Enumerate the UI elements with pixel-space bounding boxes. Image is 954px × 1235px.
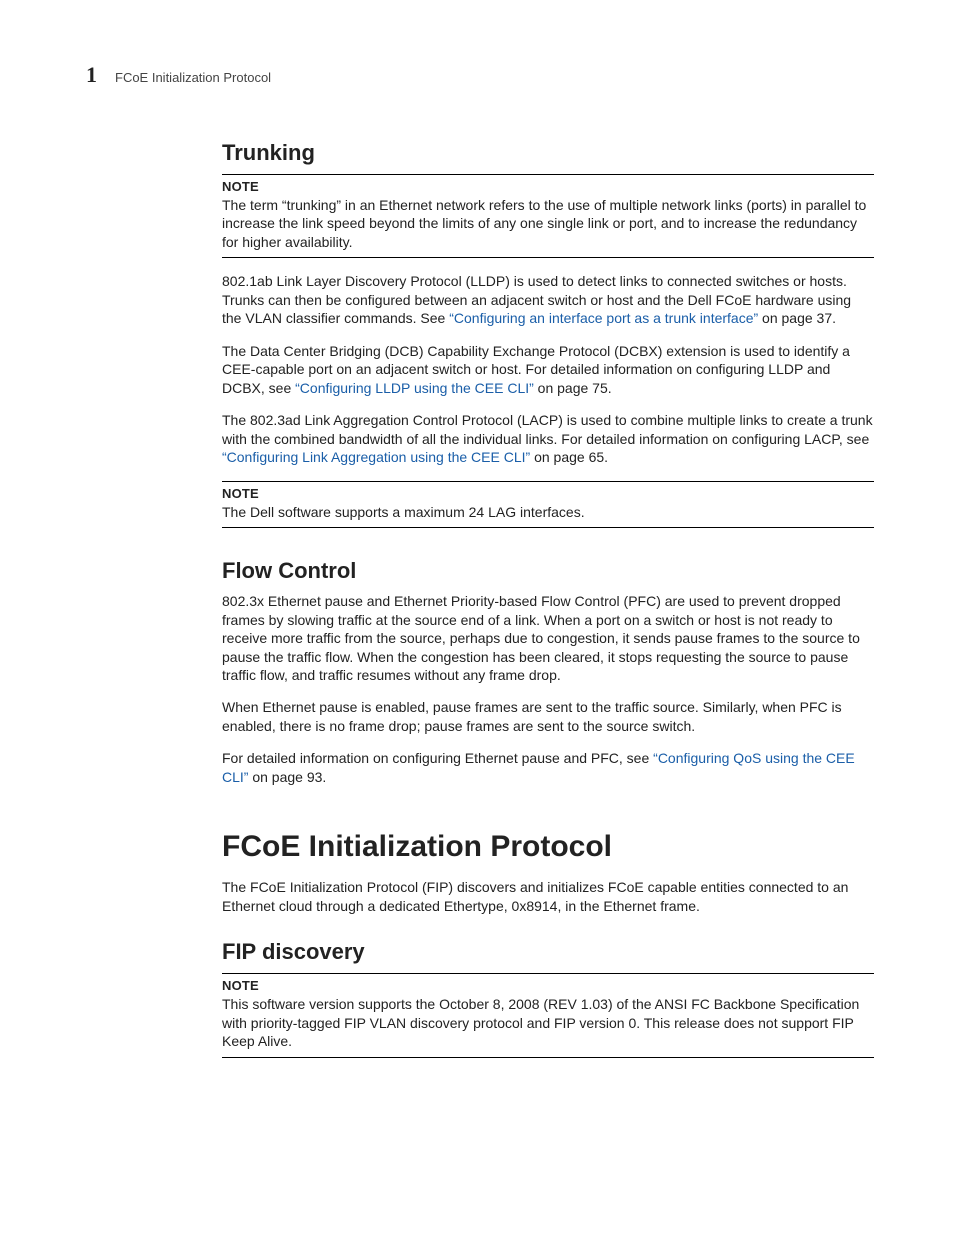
- link-configure-link-aggregation[interactable]: “Configuring Link Aggregation using the …: [222, 449, 530, 465]
- note-label: NOTE: [222, 179, 874, 194]
- running-header: 1 FCoE Initialization Protocol: [86, 62, 874, 88]
- text-run: on page 93.: [248, 769, 326, 785]
- page: 1 FCoE Initialization Protocol Trunking …: [0, 0, 954, 1235]
- heading-fip-discovery: FIP discovery: [222, 939, 874, 965]
- paragraph: The FCoE Initialization Protocol (FIP) d…: [222, 878, 874, 915]
- note-block: NOTE The term “trunking” in an Ethernet …: [222, 174, 874, 258]
- text-run: on page 37.: [758, 310, 836, 326]
- paragraph: For detailed information on configuring …: [222, 749, 874, 786]
- heading-trunking: Trunking: [222, 140, 874, 166]
- paragraph: 802.1ab Link Layer Discovery Protocol (L…: [222, 272, 874, 327]
- note-block: NOTE This software version supports the …: [222, 973, 874, 1057]
- note-body: This software version supports the Octob…: [222, 995, 874, 1050]
- paragraph: 802.3x Ethernet pause and Ethernet Prior…: [222, 592, 874, 684]
- note-label: NOTE: [222, 978, 874, 993]
- running-title: FCoE Initialization Protocol: [115, 70, 271, 85]
- content-column: Trunking NOTE The term “trunking” in an …: [222, 140, 874, 1058]
- heading-fcoe-init-protocol: FCoE Initialization Protocol: [222, 830, 874, 864]
- text-run: on page 65.: [530, 449, 608, 465]
- link-configure-trunk-interface[interactable]: “Configuring an interface port as a trun…: [449, 310, 758, 326]
- heading-flow-control: Flow Control: [222, 558, 874, 584]
- paragraph: When Ethernet pause is enabled, pause fr…: [222, 698, 874, 735]
- text-run: on page 75.: [534, 380, 612, 396]
- note-label: NOTE: [222, 486, 874, 501]
- chapter-number: 1: [86, 62, 97, 88]
- note-block: NOTE The Dell software supports a maximu…: [222, 481, 874, 528]
- note-body: The term “trunking” in an Ethernet netwo…: [222, 196, 874, 251]
- link-configure-lldp[interactable]: “Configuring LLDP using the CEE CLI”: [295, 380, 534, 396]
- note-body: The Dell software supports a maximum 24 …: [222, 503, 874, 521]
- text-run: The 802.3ad Link Aggregation Control Pro…: [222, 412, 873, 446]
- paragraph: The 802.3ad Link Aggregation Control Pro…: [222, 411, 874, 466]
- paragraph: The Data Center Bridging (DCB) Capabilit…: [222, 342, 874, 397]
- text-run: For detailed information on configuring …: [222, 750, 653, 766]
